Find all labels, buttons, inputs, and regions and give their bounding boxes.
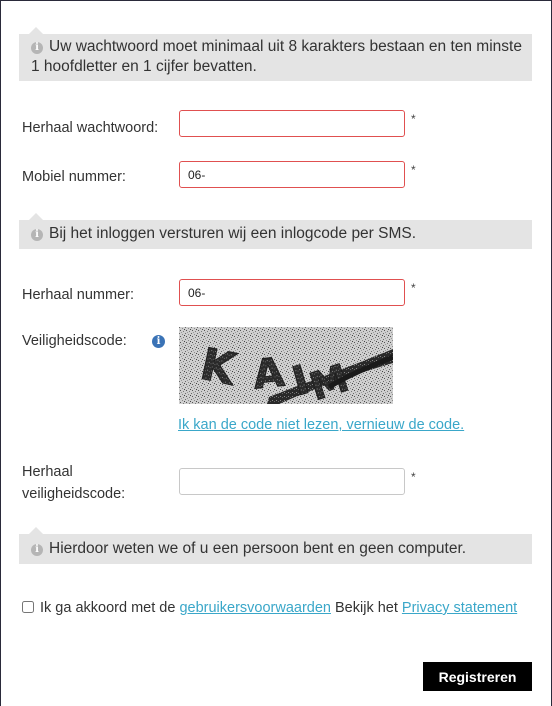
repeat-security-code-label-line1: Herhaal xyxy=(22,464,73,480)
repeat-password-input[interactable] xyxy=(179,110,405,137)
sms-hint-box: i Bij het inloggen versturen wij een inlo… xyxy=(19,213,532,249)
password-hint-text: Uw wachtwoord moet minimaal uit 8 karakt… xyxy=(31,38,522,75)
privacy-statement-link[interactable]: Privacy statement xyxy=(402,600,517,616)
agreement-row: Ik ga akkoord met de gebruikersvoorwaard… xyxy=(22,598,522,619)
human-hint-text: Hierdoor weten we of u een persoon bent … xyxy=(49,540,467,557)
hint-pointer xyxy=(29,213,43,220)
security-code-label: Veiligheidscode: xyxy=(22,333,127,349)
mobile-number-label: Mobiel nummer: xyxy=(22,169,126,185)
required-asterisk: * xyxy=(411,163,416,177)
agree-text-before: Ik ga akkoord met de xyxy=(40,600,176,616)
captcha-image: K A I M xyxy=(179,327,393,404)
info-icon: i xyxy=(31,544,43,556)
info-help-icon[interactable]: i xyxy=(152,335,165,348)
required-asterisk: * xyxy=(411,112,416,126)
info-icon: i xyxy=(31,229,43,241)
agree-checkbox[interactable] xyxy=(22,601,34,613)
required-asterisk: * xyxy=(411,470,416,484)
repeat-security-code-label: Herhaal veiligheidscode: xyxy=(22,461,125,505)
repeat-security-code-label-line2: veiligheidscode: xyxy=(22,486,126,502)
human-check-hint-box: i Hierdoor weten we of u een persoon bent… xyxy=(19,527,532,564)
captcha-glyph-a: A xyxy=(251,350,287,399)
terms-link[interactable]: gebruikersvoorwaarden xyxy=(179,600,331,616)
repeat-password-label: Herhaal wachtwoord: xyxy=(22,120,159,136)
repeat-number-input[interactable] xyxy=(179,279,405,306)
agree-text-middle: Bekijk het xyxy=(335,600,398,616)
register-button[interactable]: Registreren xyxy=(423,662,532,691)
required-asterisk: * xyxy=(411,281,416,295)
mobile-number-input[interactable] xyxy=(179,161,405,188)
registration-form: i Uw wachtwoord moet minimaal uit 8 karak… xyxy=(0,0,552,706)
renew-captcha-link[interactable]: Ik kan de code niet lezen, vernieuw de c… xyxy=(178,417,464,433)
info-icon: i xyxy=(31,42,43,54)
hint-pointer xyxy=(29,27,43,34)
password-hint-box: i Uw wachtwoord moet minimaal uit 8 karak… xyxy=(19,27,532,81)
hint-pointer xyxy=(29,527,43,534)
repeat-number-label: Herhaal nummer: xyxy=(22,287,135,303)
repeat-security-code-input[interactable] xyxy=(179,468,405,495)
sms-hint-text: Bij het inloggen versturen wij een inlog… xyxy=(49,225,417,242)
